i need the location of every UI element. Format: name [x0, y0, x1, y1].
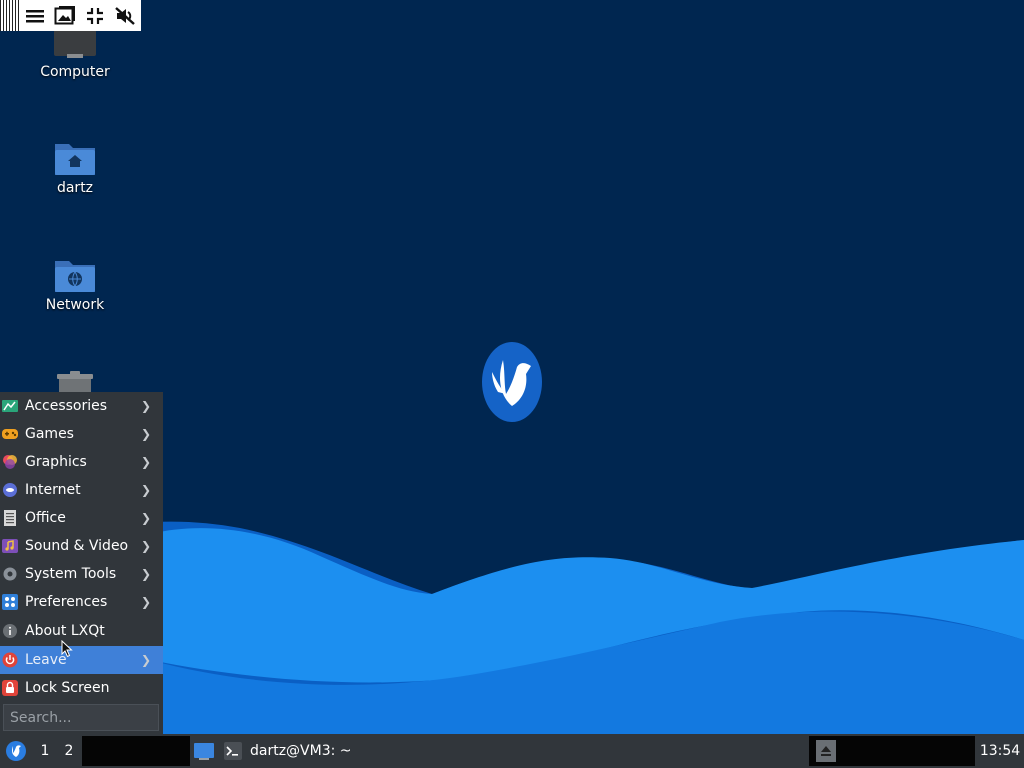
system-tray — [809, 736, 975, 766]
power-icon — [2, 652, 18, 668]
chevron-right-icon: ❯ — [141, 595, 152, 609]
desktop-icon — [194, 743, 214, 760]
menu-item-label: Graphics — [25, 454, 87, 470]
menu-item-graphics[interactable]: Graphics ❯ — [0, 448, 163, 476]
mute-icon[interactable] — [110, 0, 140, 31]
menu-item-label: Accessories — [25, 398, 108, 414]
menu-icon[interactable] — [20, 0, 50, 31]
desktop-icon-network[interactable]: Network — [20, 255, 130, 313]
menu-item-preferences[interactable]: Preferences ❯ — [0, 588, 163, 616]
workspace-2-button[interactable]: 2 — [58, 734, 80, 768]
office-icon — [2, 510, 18, 526]
accessories-icon — [2, 398, 18, 414]
desktop-icon-label: dartz — [56, 180, 94, 196]
taskbar: 1 2 dartz@VM3: ~ 13:54 — [0, 734, 1024, 768]
menu-item-internet[interactable]: Internet ❯ — [0, 476, 163, 504]
menu-item-label: Lock Screen — [25, 680, 110, 696]
trash-icon — [57, 371, 93, 394]
workspace-1-button[interactable]: 1 — [34, 734, 56, 768]
sound-video-icon — [2, 538, 18, 554]
menu-item-system-tools[interactable]: System Tools ❯ — [0, 560, 163, 588]
desktop-icon-trash[interactable] — [20, 370, 130, 394]
app-menu: Accessories ❯ Games ❯ Graphics ❯ Interne… — [0, 392, 163, 734]
menu-item-about-lxqt[interactable]: About LXQt — [0, 617, 163, 645]
system-tools-icon — [2, 566, 18, 582]
desktop-icon-home[interactable]: dartz — [20, 138, 130, 196]
menu-item-label: Games — [25, 426, 74, 442]
fullscreen-exit-icon[interactable] — [80, 0, 110, 31]
bird-logo-icon — [482, 342, 542, 422]
chevron-right-icon: ❯ — [141, 399, 152, 413]
task-title: dartz@VM3: ~ — [250, 743, 352, 759]
terminal-icon — [224, 742, 242, 760]
chevron-right-icon: ❯ — [141, 539, 152, 553]
chevron-right-icon: ❯ — [141, 427, 152, 441]
taskbar-task-terminal[interactable]: dartz@VM3: ~ — [224, 734, 352, 768]
menu-item-lock-screen[interactable]: Lock Screen — [0, 674, 163, 702]
start-menu-button[interactable] — [2, 737, 30, 765]
menu-item-games[interactable]: Games ❯ — [0, 420, 163, 448]
menu-item-leave[interactable]: Leave ❯ — [0, 646, 163, 674]
chevron-right-icon: ❯ — [141, 567, 152, 581]
menu-item-office[interactable]: Office ❯ — [0, 504, 163, 532]
desktop-icon-label: Network — [45, 297, 105, 313]
chevron-right-icon: ❯ — [141, 511, 152, 525]
lock-icon — [2, 680, 18, 696]
eject-icon[interactable] — [816, 740, 836, 762]
menu-item-label: System Tools — [25, 566, 117, 582]
lxqt-logo-icon — [6, 741, 26, 761]
internet-icon — [2, 482, 18, 498]
menu-item-label: Sound & Video — [25, 538, 129, 554]
menu-search-input[interactable] — [3, 704, 159, 731]
menu-item-label: Internet — [25, 482, 81, 498]
chevron-right-icon: ❯ — [141, 483, 152, 497]
toolbar-grip[interactable] — [0, 0, 20, 31]
chevron-right-icon: ❯ — [141, 653, 152, 667]
graphics-icon — [2, 454, 18, 470]
menu-item-sound-video[interactable]: Sound & Video ❯ — [0, 532, 163, 560]
show-desktop-button[interactable] — [193, 740, 215, 762]
desktop-icon-computer[interactable]: Computer — [20, 24, 130, 80]
mouse-cursor-icon — [61, 640, 73, 658]
clock[interactable]: 13:54 — [978, 734, 1022, 768]
network-folder-icon — [55, 261, 95, 292]
menu-item-accessories[interactable]: Accessories ❯ — [0, 392, 163, 420]
preferences-icon — [2, 594, 18, 610]
vm-toolbar — [0, 0, 141, 31]
image-icon[interactable] — [50, 0, 80, 31]
chevron-right-icon: ❯ — [141, 455, 152, 469]
menu-item-label: Office — [25, 510, 66, 526]
about-icon — [2, 623, 18, 639]
games-icon — [2, 426, 18, 442]
desktop-icon-label: Computer — [40, 64, 110, 80]
menu-item-label: Preferences — [25, 594, 108, 610]
taskbar-spacer — [82, 736, 190, 766]
menu-item-label: About LXQt — [25, 623, 105, 639]
desktop: Computer dartz Network Accessories ❯ Gam… — [0, 0, 1024, 734]
home-folder-icon — [55, 144, 95, 175]
menu-item-label: Leave — [25, 652, 67, 668]
